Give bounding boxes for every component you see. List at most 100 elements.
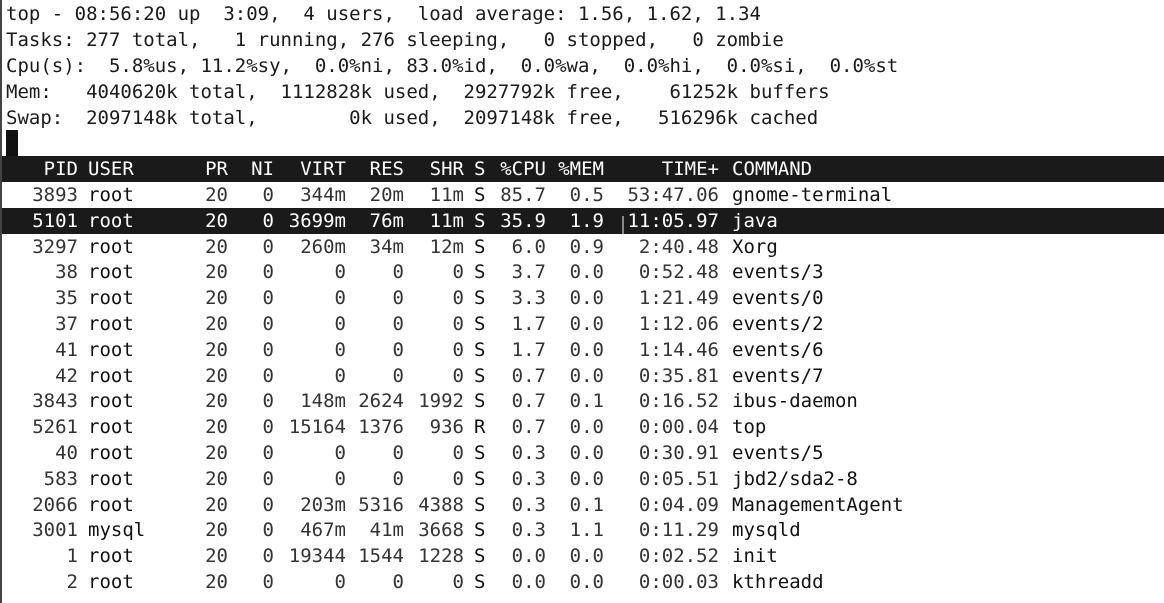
- cell-shr: 11m: [429, 184, 464, 206]
- cell-mem: 0.0: [569, 261, 604, 284]
- cell-pr: 20: [205, 338, 228, 361]
- cell-mem: 0.0: [569, 364, 604, 387]
- cell-mem: 0.9: [569, 235, 604, 258]
- cell-cpu: 0.7: [511, 416, 546, 439]
- cell-mem: 0.5: [569, 184, 604, 206]
- cell-s: S: [474, 287, 486, 310]
- table-row[interactable]: 2 root 20 0 0 0 0 S 0.0 0.0 0:00.03 kthreadd: [2, 569, 1164, 595]
- table-row[interactable]: 5261 root 20 0 15164 1376 936 R 0.7 0.0 0:00.04 top: [2, 414, 1164, 440]
- cell-cpu: 0.7: [511, 390, 546, 413]
- cell-ni: 0: [262, 313, 274, 335]
- header-pr: PR: [205, 158, 228, 180]
- cell-ni: 0: [262, 390, 274, 413]
- cell-time: 0:16.52: [638, 390, 719, 413]
- cell-virt: 0: [334, 313, 346, 335]
- cell-cpu: 0.0: [511, 545, 546, 568]
- table-row[interactable]: 38 root 20 0 0 0 0 S 3.7 0.0 0:52.48 events/3: [2, 259, 1164, 285]
- cell-virt: 203m: [300, 493, 346, 516]
- cell-time: 0:00.03: [638, 571, 719, 593]
- table-row[interactable]: 3893 root 20 0 344m 20m 11m S 85.7 0.5 53:47.06 gno…: [2, 182, 1164, 208]
- cell-user: root: [88, 209, 134, 232]
- cell-s: S: [474, 519, 486, 542]
- cell-s: S: [474, 338, 486, 361]
- cell-time: 0:30.91: [638, 442, 719, 464]
- summary-mem-line: Mem: 4040620k total, 1112828k used, 2927…: [2, 79, 1164, 105]
- cell-pr: 20: [205, 287, 228, 310]
- header-shr: SHR: [429, 158, 464, 180]
- table-row[interactable]: 3297 root 20 0 260m 34m 12m S 6.0 0.9 2:40.48 Xorg: [2, 234, 1164, 260]
- table-header: PID USER PR NI VIRT RES SHR S %CPU %MEM …: [2, 156, 1164, 182]
- cell-cpu: 0.3: [511, 442, 546, 464]
- cell-command: mysqld: [732, 519, 801, 542]
- table-row[interactable]: 2066 root 20 0 203m 5316 4388 S 0.3 0.1 0:04.09 Man…: [2, 492, 1164, 518]
- cell-command: events/6: [732, 338, 824, 361]
- cell-virt: 0: [334, 287, 346, 310]
- cell-time: 1:12.06: [638, 313, 719, 335]
- cell-shr: 0: [452, 442, 464, 464]
- table-row[interactable]: 5101 root 20 0 3699m 76m 11m S 35.9 1.9 11:05.97 ja…: [2, 207, 1164, 234]
- cell-pid: 37: [55, 313, 78, 335]
- cell-cpu: 0.0: [511, 571, 546, 593]
- table-row[interactable]: 42 root 20 0 0 0 0 S 0.7 0.0 0:35.81 events/7: [2, 363, 1164, 389]
- table-row[interactable]: 583 root 20 0 0 0 0 S 0.3 0.0 0:05.51 jbd2/sda2-8: [2, 466, 1164, 492]
- cell-res: 0: [392, 338, 404, 361]
- cell-mem: 0.1: [569, 493, 604, 516]
- cell-shr: 0: [452, 261, 464, 284]
- cell-user: root: [88, 313, 134, 335]
- cell-shr: 0: [452, 364, 464, 387]
- cell-shr: 936: [429, 416, 464, 439]
- cell-ni: 0: [262, 235, 274, 258]
- cell-virt: 0: [334, 338, 346, 361]
- cell-user: mysql: [88, 519, 146, 542]
- cell-s: S: [474, 184, 486, 206]
- cell-res: 5316: [358, 493, 404, 516]
- cpu-text: Cpu(s): 5.8%us, 11.2%sy, 0.0%ni, 83.0%id…: [6, 55, 899, 77]
- cell-cpu: 3.7: [511, 261, 546, 284]
- mem-text: Mem: 4040620k total, 1112828k used, 2927…: [6, 81, 830, 103]
- cell-res: 1544: [358, 545, 404, 568]
- table-row[interactable]: 41 root 20 0 0 0 0 S 1.7 0.0 1:14.46 events/6: [2, 337, 1164, 363]
- cell-virt: 0: [334, 261, 346, 284]
- cell-time: 0:35.81: [638, 364, 719, 387]
- table-row[interactable]: 3001 mysql 20 0 467m 41m 3668 S 0.3 1.1 0:11.29 mys…: [2, 517, 1164, 543]
- table-row[interactable]: 40 root 20 0 0 0 0 S 0.3 0.0 0:30.91 events/5: [2, 440, 1164, 466]
- cell-ni: 0: [262, 467, 274, 490]
- cell-s: S: [474, 364, 486, 387]
- header-s: S: [474, 158, 486, 180]
- cell-pr: 20: [205, 313, 228, 335]
- cell-user: root: [88, 493, 134, 516]
- cell-command: events/5: [732, 442, 824, 464]
- cell-pid: 1: [66, 545, 78, 568]
- cell-pr: 20: [205, 467, 228, 490]
- cell-s: S: [474, 493, 486, 516]
- table-row[interactable]: 3843 root 20 0 148m 2624 1992 S 0.7 0.1 0:16.52 ibu…: [2, 388, 1164, 414]
- cell-res: 0: [392, 571, 404, 593]
- cell-time: 1:14.46: [638, 338, 719, 361]
- cell-s: S: [474, 390, 486, 413]
- cell-pid: 40: [55, 442, 78, 464]
- summary-swap-line: Swap: 2097148k total, 0k used, 2097148k …: [2, 105, 1164, 131]
- cell-time: 0:02.52: [638, 545, 719, 568]
- cell-pr: 20: [205, 493, 228, 516]
- cell-pid: 38: [55, 261, 78, 284]
- cell-pr: 20: [205, 442, 228, 464]
- table-row[interactable]: 35 root 20 0 0 0 0 S 3.3 0.0 1:21.49 events/0: [2, 285, 1164, 311]
- table-row[interactable]: 37 root 20 0 0 0 0 S 1.7 0.0 1:12.06 events/2: [2, 311, 1164, 337]
- cell-mem: 0.0: [569, 571, 604, 593]
- summary-tasks-line: Tasks: 277 total, 1 running, 276 sleepin…: [2, 27, 1164, 53]
- cell-virt: 0: [334, 442, 346, 464]
- cell-time: 0:00.04: [638, 416, 719, 439]
- cell-command: events/0: [732, 287, 824, 310]
- cell-cpu: 1.7: [511, 338, 546, 361]
- table-row[interactable]: 1 root 20 0 19344 1544 1228 S 0.0 0.0 0:02.52 init: [2, 543, 1164, 569]
- cell-shr: 0: [452, 338, 464, 361]
- cell-command: events/7: [732, 364, 824, 387]
- summary-cpu-line: Cpu(s): 5.8%us, 11.2%sy, 0.0%ni, 83.0%id…: [2, 53, 1164, 79]
- cell-pr: 20: [205, 209, 228, 232]
- cell-shr: 12m: [429, 235, 464, 258]
- cell-pid: 2: [66, 571, 78, 593]
- cell-time: 0:04.09: [638, 493, 719, 516]
- cell-virt: 260m: [300, 235, 346, 258]
- cell-pid: 5101: [32, 209, 78, 232]
- terminal-window[interactable]: top - 08:56:20 up 3:09, 4 users, load av…: [0, 0, 1164, 603]
